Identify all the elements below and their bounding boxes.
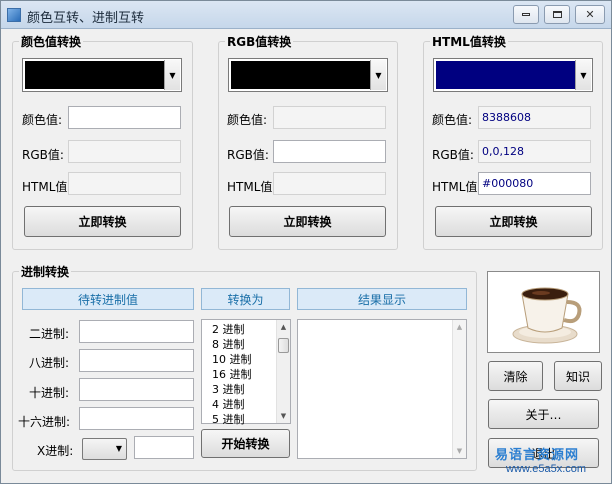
scroll-down-icon[interactable]: ▼ bbox=[453, 444, 466, 458]
x-base-select[interactable]: ▼ bbox=[82, 438, 127, 460]
rgb-html-label: HTML值: bbox=[227, 180, 277, 194]
hex-input[interactable] bbox=[79, 407, 194, 430]
scroll-down-icon[interactable]: ▼ bbox=[277, 409, 290, 423]
minimize-button[interactable] bbox=[513, 5, 539, 24]
html-value-label: HTML值: bbox=[22, 180, 72, 194]
hex-label: 十六进制: bbox=[18, 415, 71, 429]
convert-html-button[interactable]: 立即转换 bbox=[435, 206, 592, 237]
decimal-input[interactable] bbox=[79, 378, 194, 401]
list-item[interactable]: 10 进制 bbox=[212, 352, 252, 367]
main-window: 颜色互转、进制互转 ✕ 颜色值转换 ▼ 颜色值: RGB值: HTML值: 立即… bbox=[0, 0, 612, 484]
coffee-picture bbox=[487, 271, 600, 353]
target-base-list[interactable]: 2 进制 8 进制 10 进制 16 进制 3 进制 4 进制 5 进制 ▲ ▼ bbox=[201, 319, 291, 427]
html-rgb-output[interactable]: 0,0,128 bbox=[478, 140, 591, 163]
close-icon: ✕ bbox=[585, 8, 595, 21]
about-button[interactable]: 关于… bbox=[488, 399, 599, 429]
html-color-picker-combo[interactable]: ▼ bbox=[433, 58, 593, 92]
maximize-icon bbox=[552, 11, 562, 18]
maximize-button[interactable] bbox=[544, 5, 570, 24]
octal-input[interactable] bbox=[79, 349, 194, 372]
list-item[interactable]: 3 进制 bbox=[212, 382, 252, 397]
list-item[interactable]: 16 进制 bbox=[212, 367, 252, 382]
html-html-input[interactable]: #000080 bbox=[478, 172, 591, 195]
watermark-url: www.e5a5x.com bbox=[506, 463, 587, 475]
decimal-label: 十进制: bbox=[29, 386, 70, 400]
color-value-group-title: 颜色值转换 bbox=[19, 33, 84, 50]
result-scrollbar[interactable]: ▲ ▼ bbox=[452, 320, 466, 458]
title-bar: 颜色互转、进制互转 ✕ bbox=[1, 1, 611, 29]
watermark-text: 易语言资源网 bbox=[495, 448, 580, 463]
color-value-input[interactable] bbox=[68, 106, 181, 129]
rgb-color-picker-combo[interactable]: ▼ bbox=[228, 58, 388, 92]
clear-button[interactable]: 清除 bbox=[488, 361, 543, 391]
target-base-scrollbar[interactable]: ▲ ▼ bbox=[276, 320, 290, 423]
octal-label: 八进制: bbox=[29, 356, 70, 370]
list-item[interactable]: 5 进制 bbox=[212, 412, 252, 427]
html-group-title: HTML值转换 bbox=[430, 33, 508, 50]
rgb-color-value-output[interactable] bbox=[273, 106, 386, 129]
result-list[interactable]: ▲ ▼ bbox=[297, 319, 467, 459]
x-base-input[interactable] bbox=[134, 436, 194, 459]
start-convert-button[interactable]: 开始转换 bbox=[201, 429, 290, 458]
knowledge-button[interactable]: 知识 bbox=[554, 361, 602, 391]
list-item[interactable]: 2 进制 bbox=[212, 322, 252, 337]
minimize-icon bbox=[522, 13, 530, 16]
rgb-value-output[interactable] bbox=[68, 140, 181, 163]
source-value-header: 待转进制值 bbox=[22, 288, 194, 310]
chevron-down-icon: ▼ bbox=[115, 444, 122, 453]
list-item[interactable]: 4 进制 bbox=[212, 397, 252, 412]
rgb-color-swatch bbox=[231, 61, 370, 89]
color-picker-combo[interactable]: ▼ bbox=[22, 58, 182, 92]
chevron-down-icon[interactable]: ▼ bbox=[370, 60, 386, 90]
app-icon bbox=[7, 8, 21, 22]
list-item[interactable]: 8 进制 bbox=[212, 337, 252, 352]
html-color-value-label: 颜色值: bbox=[432, 113, 473, 127]
html-color-value-output[interactable]: 8388608 bbox=[478, 106, 591, 129]
target-base-header: 转换为 bbox=[201, 288, 290, 310]
target-base-items: 2 进制 8 进制 10 进制 16 进制 3 进制 4 进制 5 进制 bbox=[212, 322, 252, 427]
binary-input[interactable] bbox=[79, 320, 194, 343]
scroll-up-icon[interactable]: ▲ bbox=[277, 320, 290, 334]
color-swatch bbox=[25, 61, 164, 89]
rgb-group-title: RGB值转换 bbox=[225, 33, 294, 50]
base-convert-group-title: 进制转换 bbox=[19, 263, 72, 280]
chevron-down-icon[interactable]: ▼ bbox=[164, 60, 180, 90]
rgb-html-output[interactable] bbox=[273, 172, 386, 195]
binary-label: 二进制: bbox=[29, 327, 70, 341]
html-html-label: HTML值: bbox=[432, 180, 482, 194]
rgb-color-value-label: 颜色值: bbox=[227, 113, 268, 127]
html-color-swatch bbox=[436, 61, 575, 89]
x-base-label: X进制: bbox=[37, 444, 74, 458]
convert-rgb-button[interactable]: 立即转换 bbox=[229, 206, 386, 237]
chevron-down-icon[interactable]: ▼ bbox=[575, 60, 591, 90]
result-header: 结果显示 bbox=[297, 288, 467, 310]
scroll-thumb[interactable] bbox=[278, 338, 289, 353]
html-value-output[interactable] bbox=[68, 172, 181, 195]
coffee-cup-icon bbox=[512, 287, 582, 344]
window-title: 颜色互转、进制互转 bbox=[27, 11, 145, 26]
color-value-label: 颜色值: bbox=[22, 113, 63, 127]
scroll-up-icon[interactable]: ▲ bbox=[453, 320, 466, 334]
close-button[interactable]: ✕ bbox=[575, 5, 605, 24]
rgb-value-label: RGB值: bbox=[22, 148, 64, 162]
rgb-rgb-label: RGB值: bbox=[227, 148, 269, 162]
rgb-rgb-input[interactable] bbox=[273, 140, 386, 163]
html-rgb-label: RGB值: bbox=[432, 148, 474, 162]
convert-color-button[interactable]: 立即转换 bbox=[24, 206, 181, 237]
